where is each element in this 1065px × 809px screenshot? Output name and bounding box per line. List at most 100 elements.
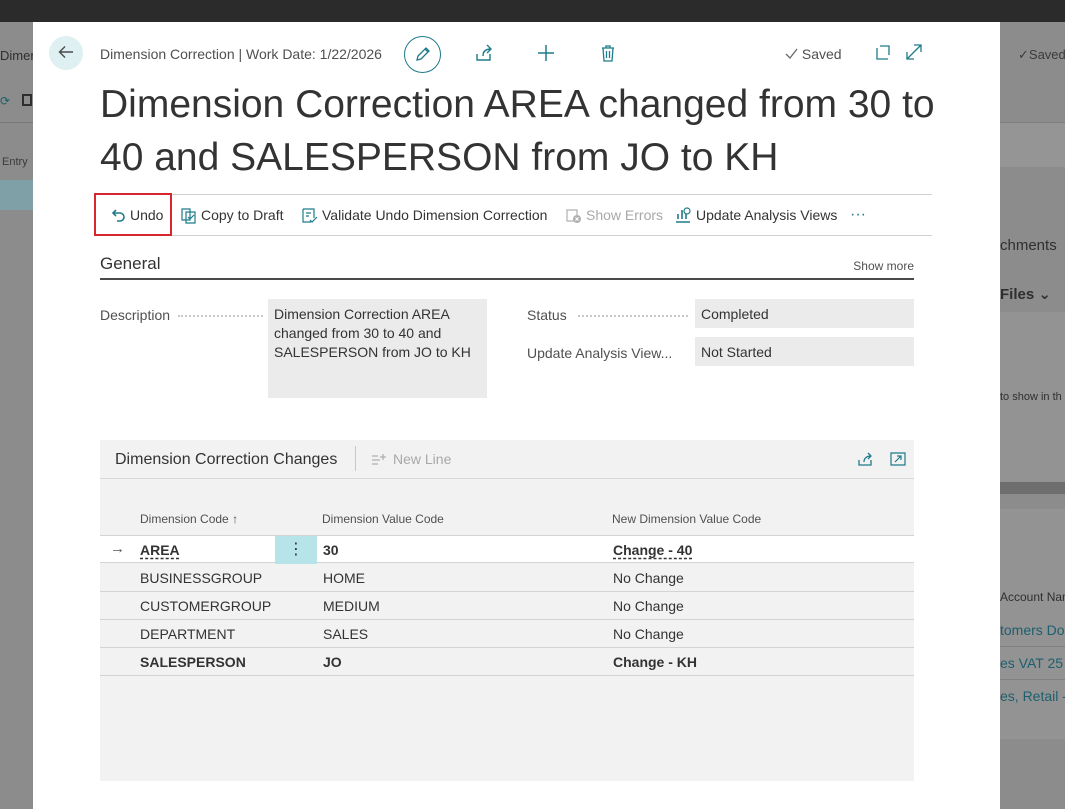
table-row[interactable]: BUSINESSGROUP HOME No Change	[100, 564, 914, 592]
validate-undo-action[interactable]: Validate Undo Dimension Correction	[301, 195, 547, 235]
update-views-label: Update Analysis Views	[696, 207, 838, 223]
share-icon	[858, 452, 872, 466]
background-saved: ✓Saved	[1018, 47, 1065, 62]
col-dimension-code-label: Dimension Code	[140, 512, 229, 526]
description-label: Description	[100, 307, 171, 323]
background-header	[1000, 122, 1065, 167]
top-bar	[0, 0, 1065, 22]
more-actions-label: ···	[850, 206, 866, 223]
cell-dimension-value[interactable]: SALES	[323, 626, 368, 642]
more-actions-button[interactable]: ···	[850, 195, 866, 235]
background-row-divider	[1000, 679, 1065, 680]
validate-label: Validate Undo Dimension Correction	[322, 207, 548, 223]
expand-part-button[interactable]	[889, 450, 909, 470]
background-attachments: chments	[1000, 237, 1057, 254]
undo-icon	[111, 209, 125, 222]
new-line-label: New Line	[393, 451, 452, 467]
background-scrollbar	[1000, 482, 1065, 494]
cell-new-dimension-value[interactable]: No Change	[613, 598, 684, 614]
show-more-link[interactable]: Show more	[853, 259, 914, 273]
saved-status: Saved	[785, 46, 842, 62]
cell-dimension-code[interactable]: SALESPERSON	[140, 654, 246, 670]
cell-dimension-value[interactable]: JO	[323, 654, 342, 670]
cell-dimension-code[interactable]: CUSTOMERGROUP	[140, 598, 271, 614]
action-bar: Undo Copy to Draft Validate Undo Dimensi…	[100, 194, 932, 236]
background-column-header: Entry	[2, 156, 28, 168]
background-account-header: Account Nam	[1000, 590, 1065, 604]
cell-dimension-code[interactable]: DEPARTMENT	[140, 626, 235, 642]
cell-dimension-value[interactable]: 30	[323, 542, 339, 558]
table-row[interactable]: → AREA ⋮ 30 Change - 40	[100, 535, 914, 564]
cell-dimension-code[interactable]: BUSINESSGROUP	[140, 570, 262, 586]
field-dots	[578, 315, 688, 317]
show-errors-action[interactable]: Show Errors	[565, 195, 663, 235]
edit-button[interactable]	[404, 36, 441, 73]
share-button[interactable]	[473, 42, 497, 66]
changes-title: Dimension Correction Changes	[115, 451, 338, 468]
undo-action[interactable]: Undo	[110, 195, 163, 235]
analysis-views-icon	[676, 207, 691, 223]
share-icon	[476, 44, 492, 61]
background-empty-text: to show in th	[1000, 391, 1062, 403]
cell-new-dimension-value[interactable]: Change - KH	[613, 654, 697, 670]
open-in-new-window-button[interactable]	[873, 42, 897, 66]
sort-ascending-icon: ↑	[232, 512, 239, 526]
expand-button[interactable]	[904, 42, 928, 66]
background-page-right: ✓Saved chments Files ⌄ to show in th Acc…	[1000, 22, 1065, 809]
expand-icon	[890, 452, 906, 466]
show-errors-label: Show Errors	[586, 207, 664, 223]
cell-new-dimension-value[interactable]: No Change	[613, 626, 684, 642]
background-page-left: Dimensi ⟳ Entry	[0, 22, 33, 809]
background-page-icon	[22, 94, 32, 106]
background-row-3: es, Retail - D	[1000, 688, 1065, 704]
col-dimension-code[interactable]: Dimension Code ↑	[140, 512, 238, 526]
saved-label: Saved	[801, 46, 842, 62]
update-analysis-views-field[interactable]: Not Started	[695, 337, 914, 366]
new-line-icon	[372, 453, 386, 465]
cell-dimension-value[interactable]: HOME	[323, 570, 365, 586]
header-separator	[355, 446, 356, 471]
general-title: General	[100, 254, 161, 273]
plus-icon	[538, 45, 554, 61]
background-row-2: es VAT 25 %	[1000, 655, 1065, 671]
trash-icon	[602, 45, 614, 62]
status-label: Status	[527, 307, 567, 323]
description-field[interactable]: Dimension Correction AREA changed from 3…	[268, 299, 487, 398]
row-actions-menu-button[interactable]: ⋮	[275, 536, 317, 564]
table-row[interactable]: DEPARTMENT SALES No Change	[100, 620, 914, 648]
dimension-correction-changes-part: Dimension Correction Changes New Line Di…	[100, 440, 914, 781]
col-dimension-value-code[interactable]: Dimension Value Code	[322, 512, 444, 526]
copy-to-draft-action[interactable]: Copy to Draft	[180, 195, 283, 235]
share-part-button[interactable]	[856, 450, 876, 470]
delete-button[interactable]	[597, 42, 621, 66]
open-new-window-icon	[876, 45, 890, 60]
status-field[interactable]: Completed	[695, 299, 914, 328]
copy-document-icon	[181, 207, 196, 224]
table-row[interactable]: CUSTOMERGROUP MEDIUM No Change	[100, 592, 914, 620]
new-line-button[interactable]: New Line	[371, 451, 451, 467]
background-files: Files ⌄	[1000, 286, 1051, 303]
check-icon	[785, 48, 798, 59]
dimension-correction-dialog: Dimension Correction | Work Date: 1/22/2…	[33, 22, 1000, 809]
update-analysis-views-action[interactable]: Update Analysis Views	[674, 195, 837, 235]
general-section-header[interactable]: General Show more	[100, 254, 914, 280]
pencil-icon	[415, 47, 430, 61]
undo-label: Undo	[130, 207, 164, 223]
update-analysis-views-label: Update Analysis View...	[527, 345, 673, 361]
background-refresh-icon: ⟳	[0, 94, 11, 108]
cell-new-dimension-value[interactable]: No Change	[613, 570, 684, 586]
background-title: Dimensi	[0, 48, 33, 63]
cell-dimension-value[interactable]: MEDIUM	[323, 598, 380, 614]
back-button[interactable]	[49, 36, 83, 70]
expand-icon	[906, 44, 922, 60]
cell-dimension-code[interactable]: AREA	[140, 542, 180, 558]
page-title: Dimension Correction AREA changed from 3…	[100, 83, 935, 179]
changes-part-header: Dimension Correction Changes New Line	[100, 440, 914, 479]
table-row[interactable]: SALESPERSON JO Change - KH	[100, 648, 914, 676]
background-row-1: tomers Do	[1000, 622, 1065, 638]
cell-new-dimension-value[interactable]: Change - 40	[613, 542, 692, 558]
background-selected-row	[0, 180, 33, 210]
new-button[interactable]	[535, 42, 559, 66]
background-row-divider	[1000, 646, 1065, 647]
col-new-dimension-value-code[interactable]: New Dimension Value Code	[612, 512, 761, 526]
